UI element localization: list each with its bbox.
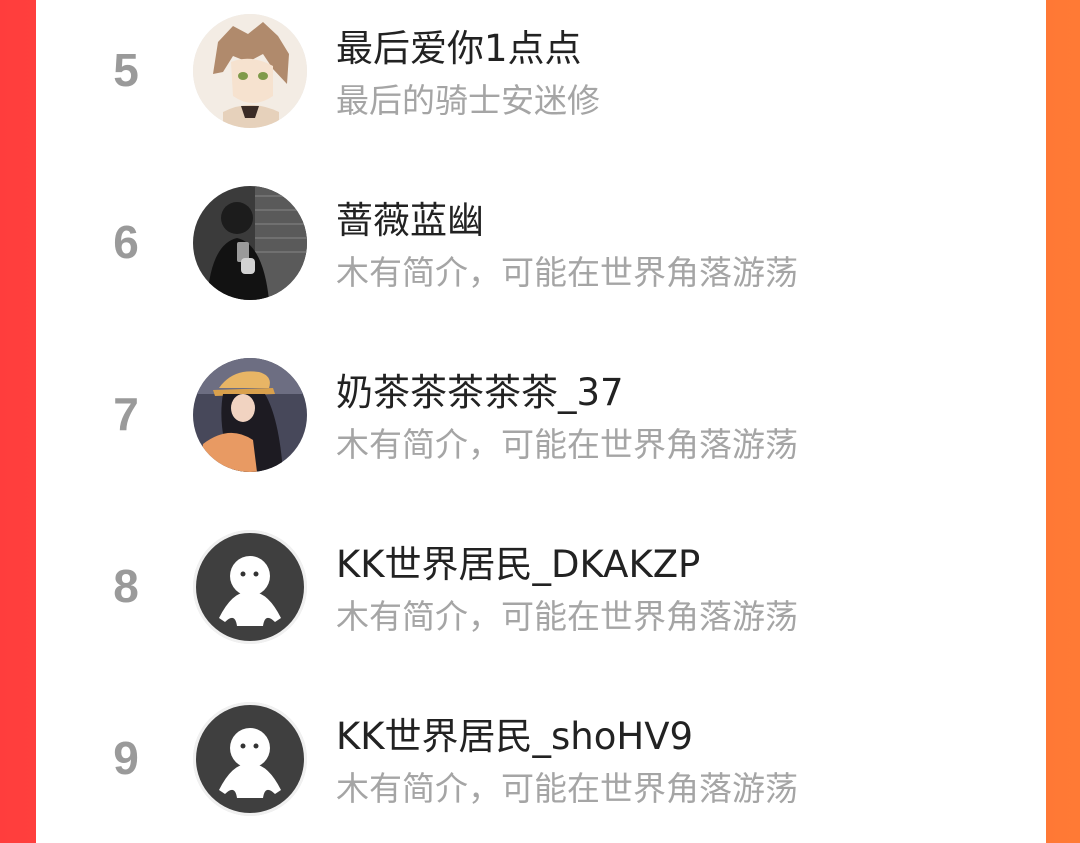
rank-number: 8 [113,560,139,612]
rank-number: 9 [113,732,139,784]
ranking-row[interactable]: 9 KK世界居民_shoHV9 木有简介，可能在世界角落游荡 [36,692,1046,843]
anime-character-avatar-icon[interactable] [193,14,307,128]
person-selfie-avatar-icon[interactable] [193,186,307,300]
ranking-list-panel: 5 最后爱你1点点 最后的骑士安迷修 6 蔷薇蓝幽 木有简介，可能在世界角落游荡… [36,0,1046,843]
rank-number: 6 [113,216,139,268]
user-name[interactable]: 奶茶茶茶茶茶_37 [336,362,624,416]
ranking-row[interactable]: 7 奶茶茶茶茶茶_37 木有简介，可能在世界角落游荡 [36,348,1046,520]
rank-number: 7 [113,388,139,440]
user-name[interactable]: 蔷薇蓝幽 [336,190,484,244]
user-bio: 木有简介，可能在世界角落游荡 [336,253,798,292]
user-bio: 最后的骑士安迷修 [336,81,600,120]
user-name[interactable]: KK世界居民_shoHV9 [336,706,693,760]
default-avatar-icon[interactable] [193,702,307,816]
user-bio: 木有简介，可能在世界角落游荡 [336,769,798,808]
person-cap-avatar-icon[interactable] [193,358,307,472]
default-avatar-icon[interactable] [193,530,307,644]
user-bio: 木有简介，可能在世界角落游荡 [336,425,798,464]
ranking-row[interactable]: 8 KK世界居民_DKAKZP 木有简介，可能在世界角落游荡 [36,520,1046,692]
user-name[interactable]: KK世界居民_DKAKZP [336,534,700,588]
ranking-row[interactable]: 6 蔷薇蓝幽 木有简介，可能在世界角落游荡 [36,176,1046,348]
user-name[interactable]: 最后爱你1点点 [336,18,582,72]
user-bio: 木有简介，可能在世界角落游荡 [336,597,798,636]
ranking-row[interactable]: 5 最后爱你1点点 最后的骑士安迷修 [36,4,1046,176]
rank-number: 5 [113,44,139,96]
